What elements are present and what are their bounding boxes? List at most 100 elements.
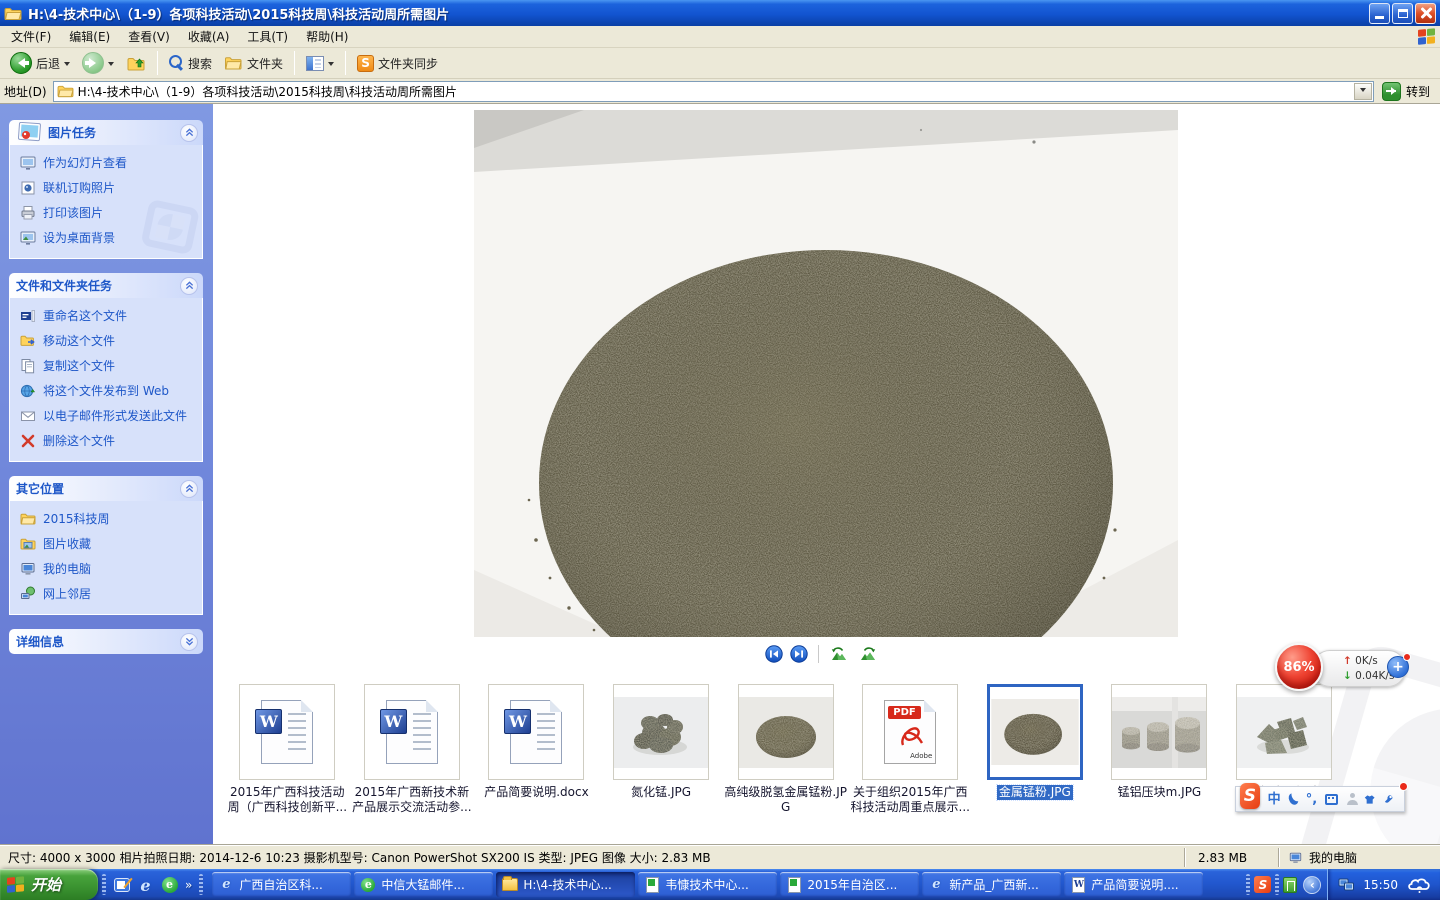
place-my-pictures[interactable]: 图片收藏 — [20, 537, 200, 552]
window-title: H:\4-技术中心\（1-9）各项科技活动\2015科技周\科技活动周所需图片 — [28, 4, 1363, 23]
menu-help[interactable]: 帮助(H) — [297, 26, 357, 47]
task-move-file[interactable]: 移动这个文件 — [20, 334, 200, 349]
restore-button[interactable] — [1392, 3, 1413, 24]
task-order-prints[interactable]: 联机订购照片 — [20, 181, 200, 196]
taskbar-item-explorer-active[interactable]: H:\4-技术中心... — [496, 872, 635, 897]
rotate-clockwise-button[interactable] — [857, 646, 878, 662]
sogou-logo-icon[interactable]: S — [1240, 783, 1260, 809]
up-folder-icon — [126, 54, 146, 72]
previous-image-button[interactable] — [765, 645, 783, 663]
close-button[interactable] — [1415, 3, 1436, 24]
place-2015-tech-week[interactable]: 2015科技周 — [20, 512, 200, 527]
thumbnail-pdf[interactable]: PDF Adobe 关于组织2015年广西科技活动周重点展示... — [848, 684, 973, 814]
task-set-desktop-background[interactable]: 设为桌面背景 — [20, 231, 200, 246]
search-label: 搜索 — [188, 55, 212, 72]
thumbnail-image-metal-powder-selected[interactable]: 金属锰粉.JPG — [973, 684, 1098, 814]
file-tasks-header[interactable]: 文件和文件夹任务 — [9, 273, 203, 298]
rotate-counterclockwise-button[interactable] — [829, 646, 850, 662]
task-print-picture[interactable]: 打印该图片 — [20, 206, 200, 221]
menu-tools[interactable]: 工具(T) — [238, 26, 297, 47]
address-dropdown-button[interactable] — [1354, 83, 1372, 100]
thumbnail-doc-2[interactable]: W 2015年广西新技术新产品展示交流活动参... — [350, 684, 475, 814]
picture-tasks-header[interactable]: 图片任务 — [9, 120, 203, 145]
minimize-button[interactable] — [1369, 3, 1390, 24]
menu-favorites[interactable]: 收藏(A) — [179, 26, 239, 47]
moon-mode-icon[interactable] — [1287, 792, 1300, 807]
ie-icon[interactable]: e — [137, 876, 154, 893]
folder-icon — [502, 877, 518, 893]
thumbnail-image-nitride[interactable]: 氮化锰.JPG — [599, 684, 724, 814]
menu-edit[interactable]: 编辑(E) — [60, 26, 119, 47]
thumbnail-doc-3[interactable]: W 产品简要说明.docx — [474, 684, 599, 814]
ime-toolbox-icon[interactable] — [1383, 792, 1394, 806]
forward-button[interactable] — [77, 50, 119, 76]
notification-dot — [1403, 653, 1411, 661]
start-button[interactable]: 开始 — [0, 869, 98, 900]
search-button[interactable]: 搜索 — [164, 53, 217, 74]
hidden-icons-chevron[interactable]: ‹ — [1303, 876, 1321, 894]
thumbnail-image-dehydrogenated-powder[interactable]: 高纯级脱氢金属锰粉.JPG — [723, 684, 848, 814]
thumbnail-doc-1[interactable]: W 2015年广西科技活动周（广西科技创新平... — [225, 684, 350, 814]
cloud-tray-icon[interactable] — [1406, 876, 1432, 894]
tray-handle[interactable] — [1246, 874, 1250, 895]
tray-handle[interactable] — [1275, 874, 1279, 895]
back-button[interactable]: 后退 — [5, 50, 75, 76]
preview-image-manganese-powder[interactable] — [474, 110, 1178, 637]
windows-logo-icon — [1418, 28, 1436, 46]
expand-chevron-icon[interactable] — [180, 633, 198, 651]
menu-file[interactable]: 文件(F) — [2, 26, 60, 47]
taskbar-handle[interactable] — [199, 874, 203, 895]
taskbar-item-mail[interactable]: e 中信大锰邮件... — [354, 872, 493, 897]
taskbar-item-word[interactable]: 产品简要说明.... — [1064, 872, 1203, 897]
show-desktop-icon[interactable] — [113, 876, 130, 893]
menu-view[interactable]: 查看(V) — [119, 26, 179, 47]
network-icon — [20, 586, 36, 602]
network-tray-icon[interactable] — [1338, 878, 1355, 892]
thumbnail-image-briquettes[interactable]: 锰铝压块m.JPG — [1097, 684, 1222, 814]
address-input[interactable]: H:\4-技术中心\（1-9）各项科技活动\2015科技周\科技活动周所需图片 — [53, 81, 1374, 102]
collapse-chevron-icon[interactable] — [180, 480, 198, 498]
taskbar-item-doc-2[interactable]: 2015年自治区... — [780, 872, 919, 897]
quick-launch-handle[interactable] — [102, 874, 106, 895]
next-image-button[interactable] — [790, 645, 808, 663]
folder-sync-button[interactable]: S 文件夹同步 — [352, 53, 443, 74]
up-button[interactable] — [121, 52, 151, 74]
ime-punctuation-toggle[interactable]: °, — [1306, 793, 1317, 806]
taskbar-item-doc-1[interactable]: 韦慷技术中心... — [638, 872, 777, 897]
word-file-icon: W — [261, 700, 313, 764]
task-copy-file[interactable]: 复制这个文件 — [20, 359, 200, 374]
ime-skin-icon[interactable] — [1364, 793, 1375, 806]
task-view-slideshow[interactable]: 作为幻灯片查看 — [20, 156, 200, 171]
other-places-header[interactable]: 其它位置 — [9, 476, 203, 501]
filmstrip-view: W 2015年广西科技活动周（广西科技创新平... W 2015年广西新技术新产… — [213, 104, 1440, 845]
thumbnail-label: 2015年广西新技术新产品展示交流活动参... — [350, 785, 474, 814]
collapse-chevron-icon[interactable] — [180, 124, 198, 142]
place-network[interactable]: 网上邻居 — [20, 587, 200, 602]
ime-mode-toggle[interactable]: 中 — [1268, 793, 1281, 806]
task-delete-file[interactable]: 删除这个文件 — [20, 434, 200, 449]
task-publish-web[interactable]: 将这个文件发布到 Web — [20, 384, 200, 399]
sogou-tray-icon[interactable]: S — [1254, 876, 1271, 893]
go-button[interactable]: 转到 — [1380, 82, 1436, 101]
ime-account-icon[interactable] — [1346, 793, 1356, 805]
memory-usage-ball[interactable]: 86% — [1275, 643, 1323, 691]
place-my-computer[interactable]: 我的电脑 — [20, 562, 200, 577]
email-icon — [20, 408, 36, 424]
task-email-file[interactable]: 以电子邮件形式发送此文件 — [20, 409, 200, 424]
picture-tasks-icon — [16, 122, 42, 144]
soft-keyboard-icon[interactable] — [1325, 794, 1338, 805]
taskbar-item-ie-1[interactable]: e 广西自治区科... — [212, 872, 351, 897]
computer-icon — [20, 561, 36, 577]
clock[interactable]: 15:50 — [1363, 878, 1398, 892]
details-header[interactable]: 详细信息 — [9, 629, 203, 654]
usb-device-icon[interactable] — [1283, 877, 1297, 893]
status-photo-info: 尺寸: 4000 x 3000 相片拍照日期: 2014-12-6 10:23 … — [0, 849, 1184, 866]
views-button[interactable] — [301, 54, 339, 73]
green-browser-icon[interactable]: e — [161, 876, 178, 893]
taskbar-item-ie-2[interactable]: e 新产品_广西新... — [922, 872, 1061, 897]
panel-title: 文件和文件夹任务 — [16, 277, 112, 294]
task-rename-file[interactable]: 重命名这个文件 — [20, 309, 200, 324]
collapse-chevron-icon[interactable] — [180, 277, 198, 295]
quick-launch-more-chevron[interactable]: » — [185, 878, 192, 892]
folders-button[interactable]: 文件夹 — [219, 53, 288, 74]
